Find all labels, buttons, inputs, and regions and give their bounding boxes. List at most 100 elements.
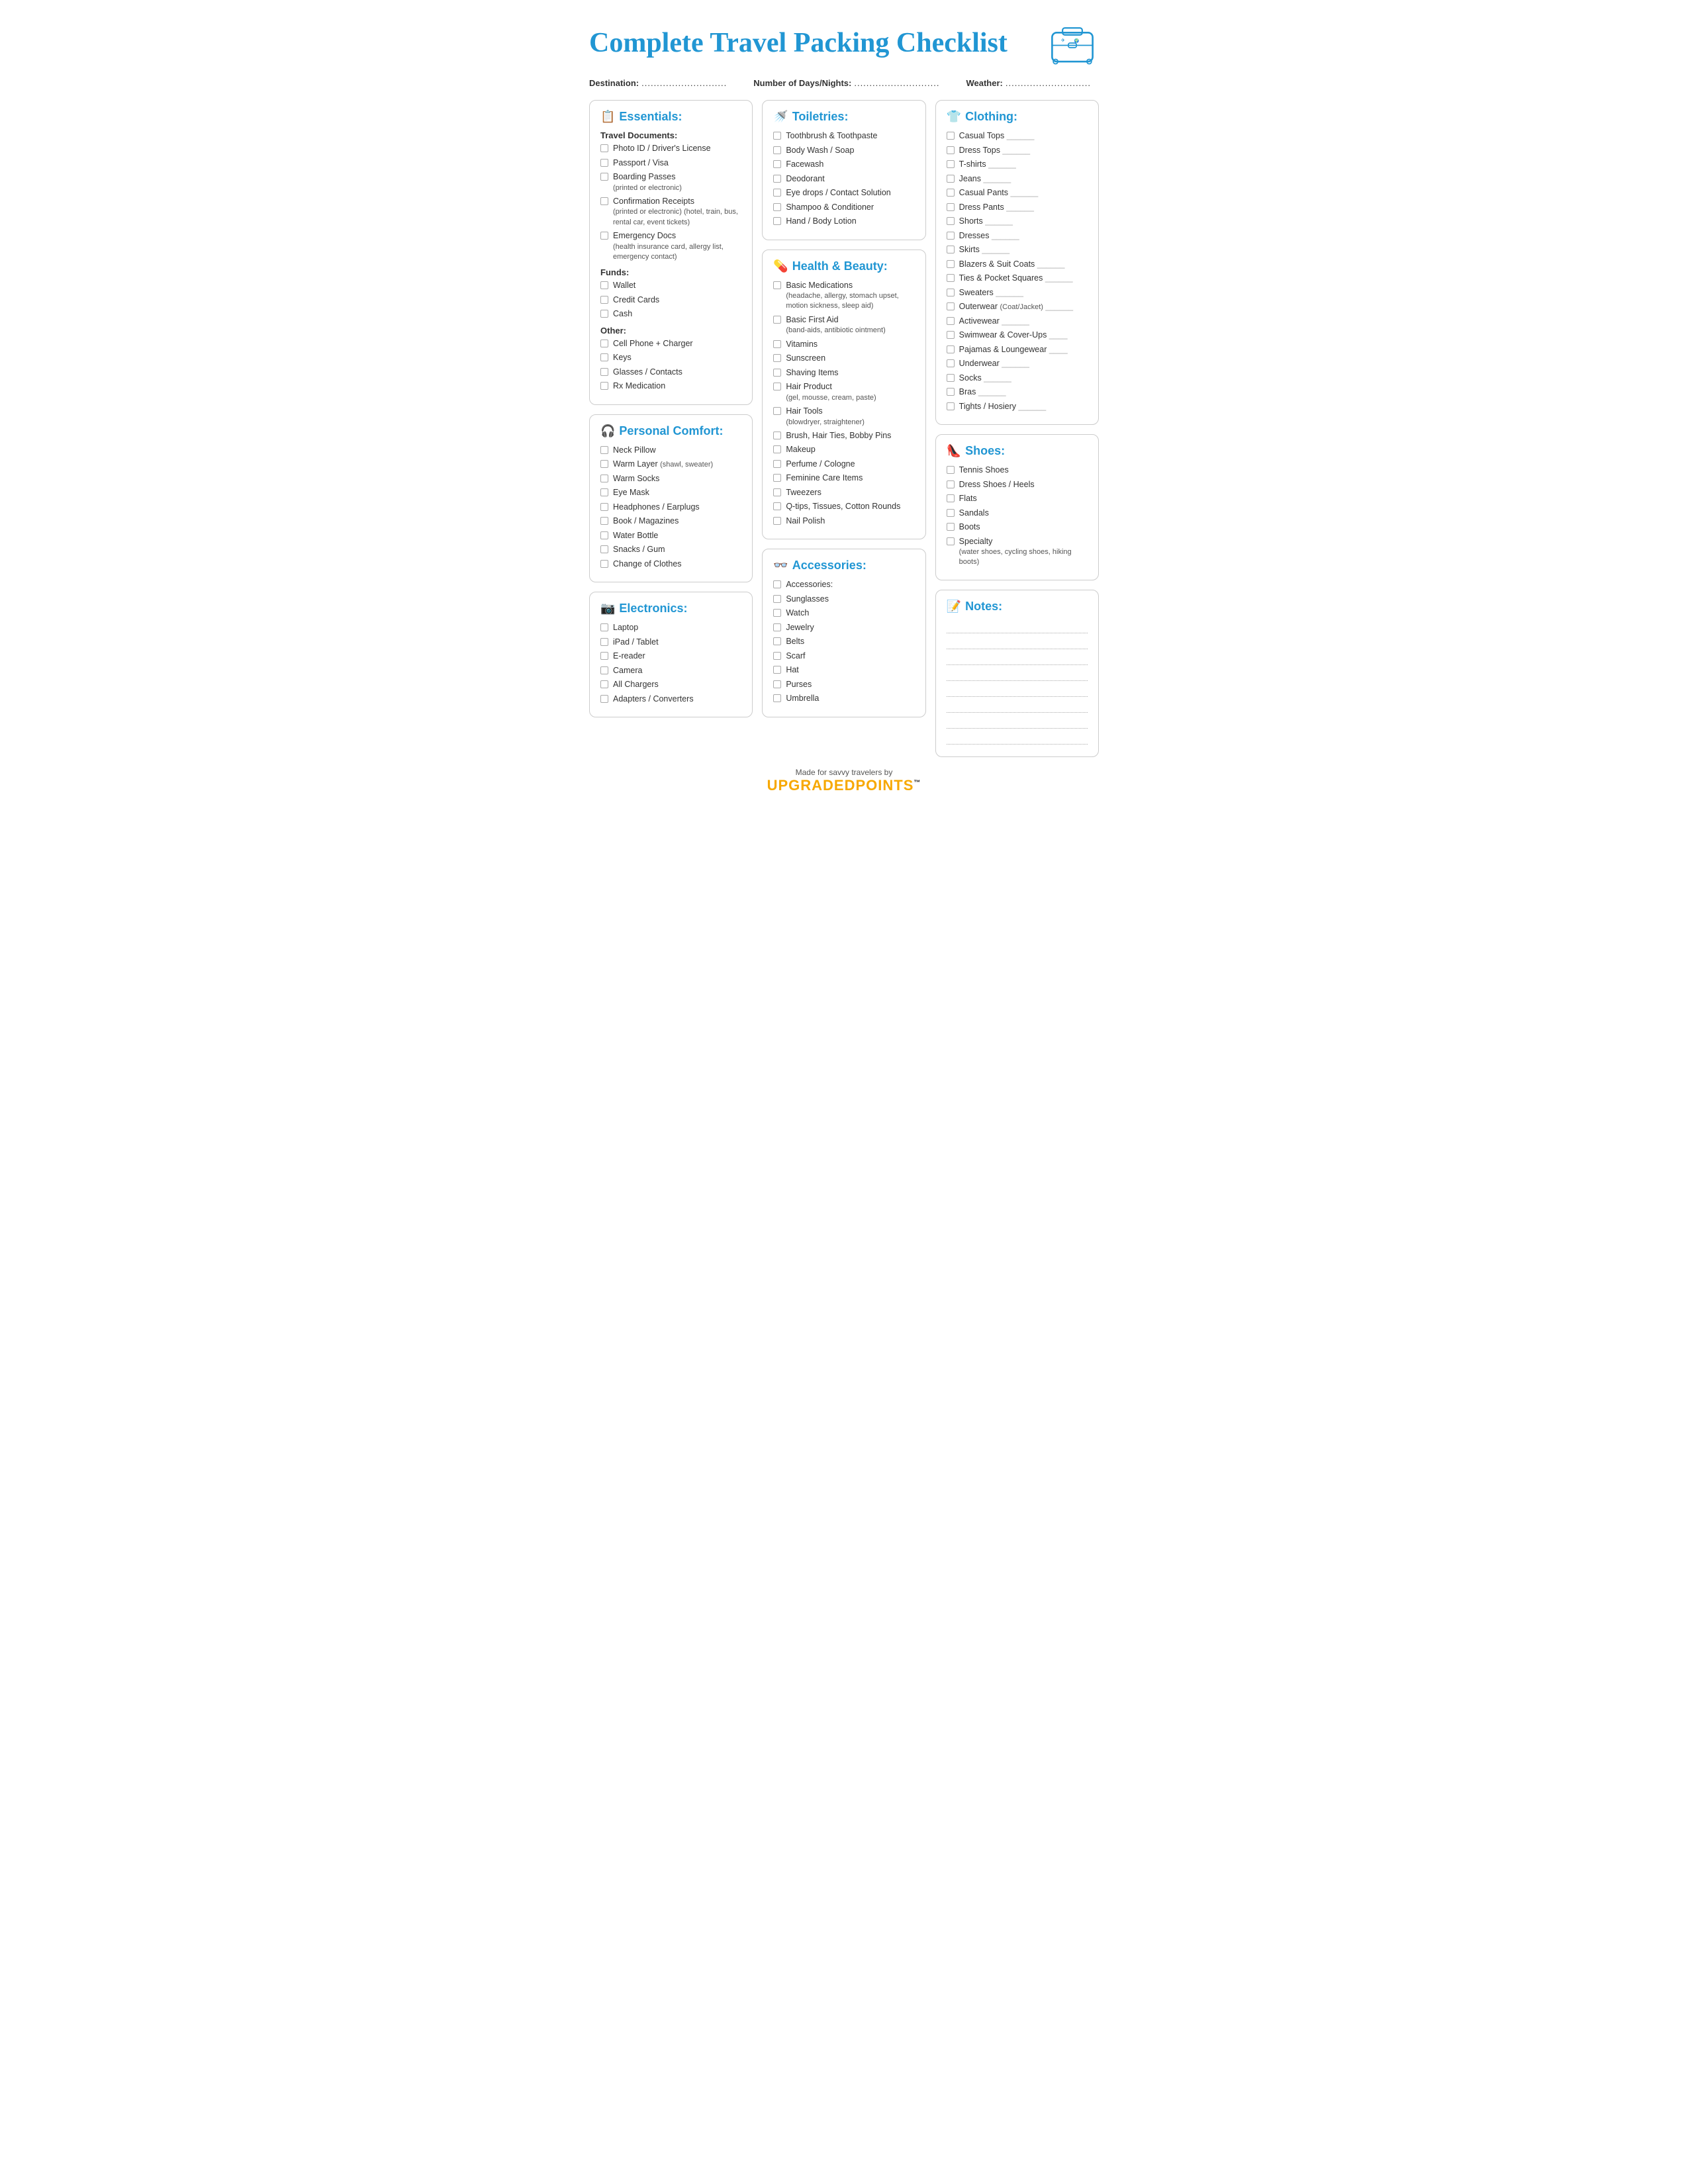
clothing-title: 👕 Clothing:	[947, 110, 1088, 124]
list-item: Hat	[773, 664, 914, 676]
checkbox[interactable]	[773, 652, 781, 660]
checkbox[interactable]	[773, 354, 781, 362]
list-item: Belts	[773, 636, 914, 648]
checkbox[interactable]	[947, 494, 955, 502]
checkbox[interactable]	[947, 466, 955, 474]
checkbox[interactable]	[773, 623, 781, 631]
list-item: Rx Medication	[600, 381, 741, 392]
checkbox[interactable]	[773, 517, 781, 525]
checkbox[interactable]	[600, 488, 608, 496]
checkbox[interactable]	[773, 281, 781, 289]
checkbox[interactable]	[773, 316, 781, 324]
checkbox[interactable]	[947, 537, 955, 545]
list-item: Underwear ______	[947, 358, 1088, 370]
checkbox[interactable]	[773, 595, 781, 603]
checkbox[interactable]	[947, 189, 955, 197]
checkbox[interactable]	[773, 694, 781, 702]
checkbox[interactable]	[773, 609, 781, 617]
checkbox[interactable]	[600, 173, 608, 181]
checkbox[interactable]	[947, 359, 955, 367]
checkbox[interactable]	[947, 289, 955, 296]
checkbox[interactable]	[600, 460, 608, 468]
checkbox[interactable]	[773, 203, 781, 211]
checkbox[interactable]	[600, 144, 608, 152]
checkbox[interactable]	[947, 388, 955, 396]
health-beauty-section: 💊 Health & Beauty: Basic Medications(hea…	[762, 250, 925, 540]
checkbox[interactable]	[600, 531, 608, 539]
checkbox[interactable]	[773, 502, 781, 510]
checkbox[interactable]	[600, 695, 608, 703]
checkbox[interactable]	[947, 317, 955, 325]
checkbox[interactable]	[600, 623, 608, 631]
checkbox[interactable]	[947, 274, 955, 282]
checkbox[interactable]	[947, 345, 955, 353]
checkbox[interactable]	[773, 189, 781, 197]
checkbox[interactable]	[947, 203, 955, 211]
checkbox[interactable]	[773, 460, 781, 468]
checkbox[interactable]	[600, 652, 608, 660]
list-item: Camera	[600, 665, 741, 677]
checkbox[interactable]	[947, 509, 955, 517]
checkbox[interactable]	[600, 503, 608, 511]
list-item: Umbrella	[773, 693, 914, 705]
checkbox[interactable]	[947, 260, 955, 268]
checkbox[interactable]	[600, 232, 608, 240]
list-item: Accessories:	[773, 579, 914, 591]
checkbox[interactable]	[773, 132, 781, 140]
checkbox[interactable]	[773, 217, 781, 225]
checkbox[interactable]	[947, 402, 955, 410]
brand-orange: POINTS	[856, 777, 914, 794]
checkbox[interactable]	[773, 580, 781, 588]
list-item: Nail Polish	[773, 516, 914, 527]
checkbox[interactable]	[600, 340, 608, 347]
checkbox[interactable]	[600, 475, 608, 482]
checkbox[interactable]	[947, 175, 955, 183]
checkbox[interactable]	[947, 146, 955, 154]
checkbox[interactable]	[947, 160, 955, 168]
checkbox[interactable]	[600, 197, 608, 205]
checkbox[interactable]	[600, 296, 608, 304]
list-item: Purses	[773, 679, 914, 691]
checkbox[interactable]	[947, 523, 955, 531]
funds-label: Funds:	[600, 267, 741, 277]
checkbox[interactable]	[600, 517, 608, 525]
checkbox[interactable]	[600, 680, 608, 688]
checkbox[interactable]	[600, 310, 608, 318]
checkbox[interactable]	[947, 374, 955, 382]
checkbox[interactable]	[600, 382, 608, 390]
checkbox[interactable]	[773, 340, 781, 348]
checkbox[interactable]	[600, 159, 608, 167]
checkbox[interactable]	[773, 680, 781, 688]
checkbox[interactable]	[773, 666, 781, 674]
list-item: Warm Socks	[600, 473, 741, 485]
list-item: Book / Magazines	[600, 516, 741, 527]
checkbox[interactable]	[773, 445, 781, 453]
checkbox[interactable]	[600, 560, 608, 568]
checkbox[interactable]	[773, 175, 781, 183]
checkbox[interactable]	[773, 488, 781, 496]
checkbox[interactable]	[600, 545, 608, 553]
checkbox[interactable]	[947, 232, 955, 240]
checkbox[interactable]	[947, 217, 955, 225]
checkbox[interactable]	[773, 637, 781, 645]
checkbox[interactable]	[600, 368, 608, 376]
checkbox[interactable]	[947, 331, 955, 339]
checkbox[interactable]	[600, 446, 608, 454]
checkbox[interactable]	[773, 160, 781, 168]
checkbox[interactable]	[947, 302, 955, 310]
checkbox[interactable]	[600, 638, 608, 646]
checkbox[interactable]	[947, 246, 955, 253]
list-item: Snacks / Gum	[600, 544, 741, 556]
checkbox[interactable]	[773, 369, 781, 377]
checkbox[interactable]	[947, 480, 955, 488]
checkbox[interactable]	[600, 353, 608, 361]
checkbox[interactable]	[947, 132, 955, 140]
checkbox[interactable]	[600, 666, 608, 674]
list-item: Passport / Visa	[600, 158, 741, 169]
checkbox[interactable]	[773, 432, 781, 439]
checkbox[interactable]	[600, 281, 608, 289]
checkbox[interactable]	[773, 474, 781, 482]
checkbox[interactable]	[773, 146, 781, 154]
checkbox[interactable]	[773, 407, 781, 415]
checkbox[interactable]	[773, 383, 781, 390]
